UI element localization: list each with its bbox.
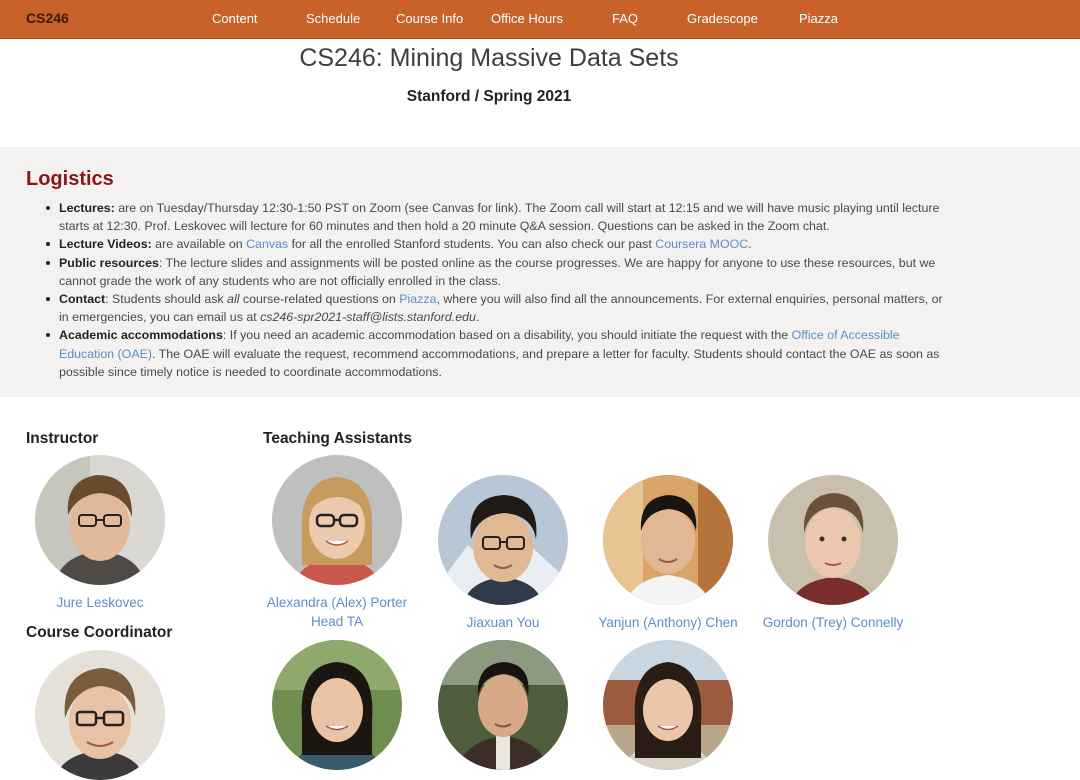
videos-text-3: . [748, 237, 752, 252]
contact-text-2: course-related questions on [239, 292, 400, 307]
ta-photo [272, 640, 402, 770]
nav-content[interactable]: Content [212, 11, 258, 26]
ta-name[interactable]: Yanjun (Anthony) Chen [583, 613, 753, 632]
accommodations-text-2: . The OAE will evaluate the request, rec… [59, 346, 940, 379]
ta-photo [438, 475, 568, 605]
logistics-item-lectures: Lectures: are on Tuesday/Thursday 12:30-… [44, 199, 954, 235]
ta-photo [438, 640, 568, 770]
logistics-item-videos: Lecture Videos: are available on Canvas … [44, 235, 954, 253]
ta-card [252, 640, 422, 770]
contact-text-4: . [475, 310, 480, 325]
nav-piazza[interactable]: Piazza [799, 11, 838, 26]
nav-office-hours[interactable]: Office Hours [491, 11, 563, 26]
instructor-photo [35, 455, 165, 585]
ta-heading: Teaching Assistants [263, 430, 413, 447]
contact-text-1: : Students should ask [105, 292, 228, 307]
nav-course-info[interactable]: Course Info [396, 11, 463, 26]
ta-card: Yanjun (Anthony) Chen [583, 475, 753, 632]
brand-link[interactable]: CS246 [26, 10, 69, 26]
ta-name[interactable]: Jiaxuan You [418, 613, 588, 632]
logistics-item-resources: Public resources: The lecture slides and… [44, 254, 954, 290]
lectures-label: Lectures: [59, 201, 115, 215]
instructor-name[interactable]: Jure Leskovec [15, 593, 185, 612]
logistics-list: Lectures: are on Tuesday/Thursday 12:30-… [44, 199, 954, 381]
ta-role: Head TA [310, 614, 364, 629]
logistics-item-contact: Contact: Students should ask all course-… [44, 290, 954, 326]
accommodations-text-1: : If you need an academic accommodation … [222, 328, 792, 343]
videos-text-1: are available on [151, 237, 247, 252]
resources-text: : The lecture slides and assignments wil… [59, 255, 936, 288]
instructor-heading: Instructor [26, 430, 99, 447]
ta-card: Jiaxuan You [418, 475, 588, 632]
instructor-card: Jure Leskovec [15, 455, 185, 612]
logistics-item-accommodations: Academic accommodations: If you need an … [44, 326, 954, 381]
canvas-link[interactable]: Canvas [246, 237, 288, 251]
coordinator-heading: Course Coordinator [26, 624, 173, 641]
ta-card [418, 640, 588, 770]
videos-label: Lecture Videos: [59, 237, 152, 252]
coordinator-photo [35, 650, 165, 780]
top-navbar: CS246 Content Schedule Course Info Offic… [0, 0, 1080, 39]
staff-email: cs246-spr2021-staff@lists.stanford.edu [260, 310, 476, 325]
ta-photo [603, 640, 733, 770]
contact-emphasis: all [227, 292, 240, 307]
page-title: CS246: Mining Massive Data Sets [299, 44, 679, 72]
piazza-link[interactable]: Piazza [399, 292, 436, 306]
nav-schedule[interactable]: Schedule [306, 11, 360, 26]
coursera-mooc-link[interactable]: Coursera MOOC [655, 237, 748, 251]
logistics-heading: Logistics [26, 168, 114, 190]
nav-faq[interactable]: FAQ [612, 11, 638, 26]
videos-text-2: for all the enrolled Stanford students. … [288, 237, 656, 252]
ta-photo [272, 455, 402, 585]
ta-name[interactable]: Alexandra (Alex) Porter [252, 593, 422, 612]
ta-card: Gordon (Trey) Connelly [748, 475, 918, 632]
ta-name[interactable]: Gordon (Trey) Connelly [748, 613, 918, 632]
ta-photo [603, 475, 733, 605]
ta-card: Alexandra (Alex) Porter Head TA [252, 455, 422, 631]
accommodations-label: Academic accommodations [59, 328, 223, 343]
ta-photo [768, 475, 898, 605]
logistics-section: Logistics Lectures: are on Tuesday/Thurs… [0, 147, 1080, 397]
page-subtitle: Stanford / Spring 2021 [406, 88, 572, 105]
nav-gradescope[interactable]: Gradescope [687, 11, 758, 26]
resources-label: Public resources [59, 255, 159, 270]
ta-card [583, 640, 753, 770]
lectures-text: are on Tuesday/Thursday 12:30-1:50 PST o… [59, 201, 940, 234]
contact-label: Contact [59, 292, 106, 307]
coordinator-card [15, 650, 185, 780]
